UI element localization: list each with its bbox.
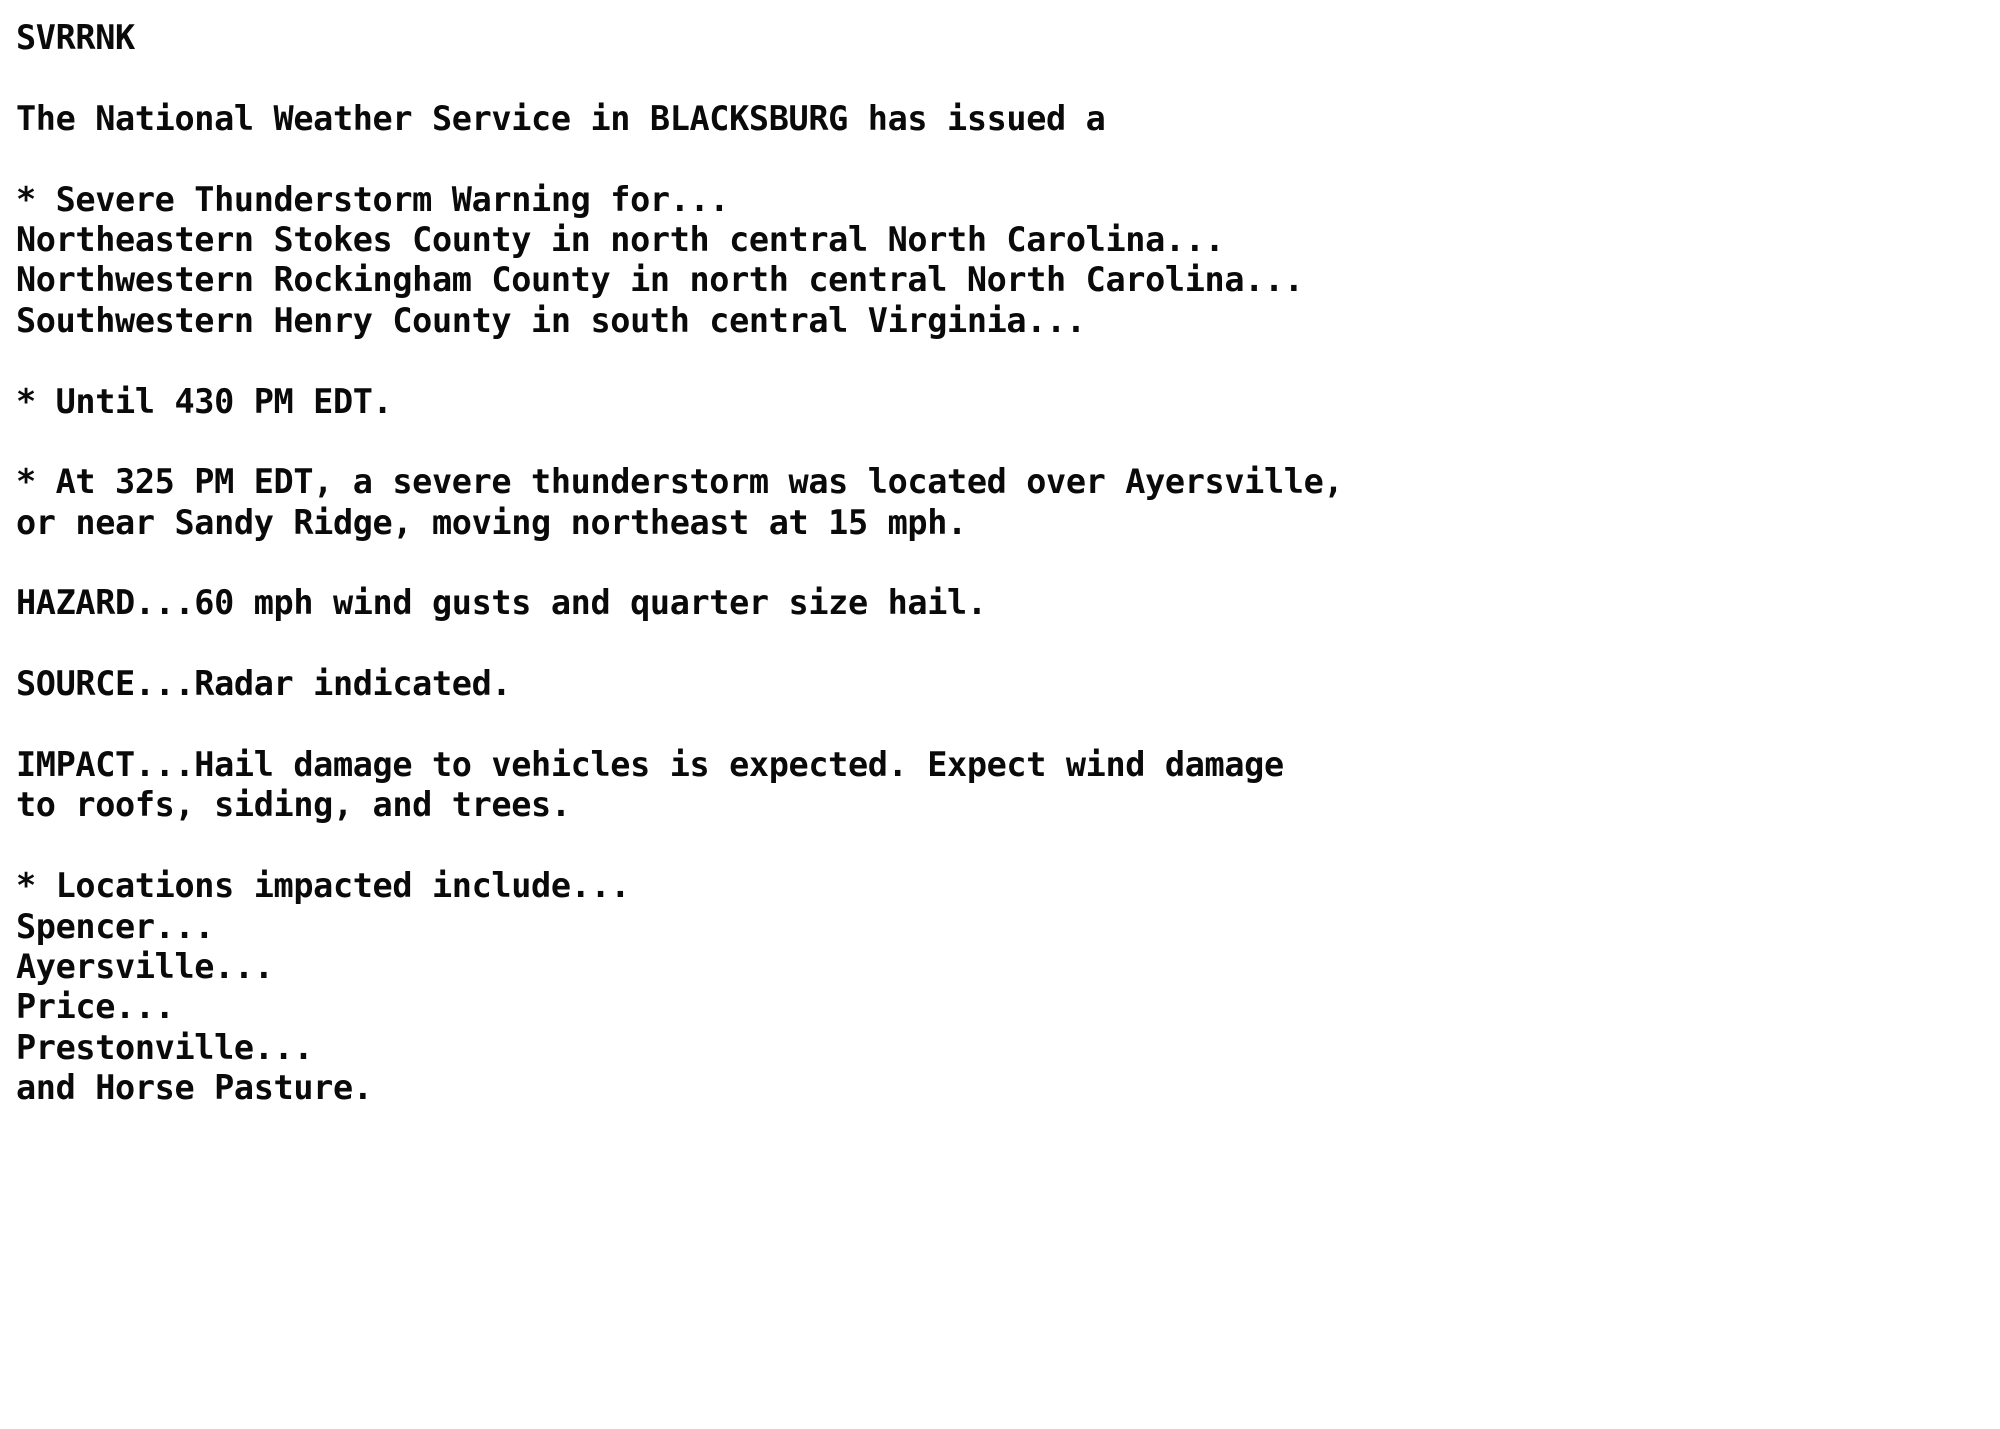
bulletin-line: * Until 430 PM EDT. (16, 381, 393, 421)
bulletin-line: The National Weather Service in BLACKSBU… (16, 98, 1106, 138)
bulletin-line-blank (16, 58, 2000, 98)
bulletin-line: * Locations impacted include... (16, 866, 631, 906)
bulletin-line: Southwestern Henry County in south centr… (16, 300, 1086, 340)
bulletin-line: SVRRNK (16, 18, 135, 57)
bulletin-line: IMPACT...Hail damage to vehicles is expe… (16, 745, 1284, 785)
bulletin-line: Ayersville... (16, 946, 274, 986)
bulletin-line: SOURCE...Radar indicated. (16, 664, 512, 704)
bulletin-line-blank (16, 341, 2000, 381)
bulletin-line: Northwestern Rockingham County in north … (16, 260, 1304, 300)
bulletin-line: * At 325 PM EDT, a severe thunderstorm w… (16, 462, 1344, 502)
bulletin-line: HAZARD...60 mph wind gusts and quarter s… (16, 583, 987, 623)
bulletin-line: and Horse Pasture. (16, 1068, 373, 1108)
bulletin-line-blank (16, 624, 2000, 664)
bulletin-line-blank (16, 826, 2000, 866)
bulletin-line-blank (16, 543, 2000, 583)
bulletin-line: Price... (16, 987, 175, 1027)
bulletin-line-blank (16, 139, 2000, 179)
weather-bulletin-text: SVRRNK The National Weather Service in B… (0, 0, 2000, 1109)
bulletin-line: Spencer... (16, 906, 215, 946)
bulletin-line: to roofs, siding, and trees. (16, 785, 571, 825)
bulletin-line: Prestonville... (16, 1027, 314, 1067)
bulletin-line-blank (16, 422, 2000, 462)
bulletin-line-blank (16, 705, 2000, 745)
bulletin-line: or near Sandy Ridge, moving northeast at… (16, 502, 967, 542)
bulletin-line: * Severe Thunderstorm Warning for... (16, 179, 730, 219)
bulletin-line: Northeastern Stokes County in north cent… (16, 219, 1225, 259)
